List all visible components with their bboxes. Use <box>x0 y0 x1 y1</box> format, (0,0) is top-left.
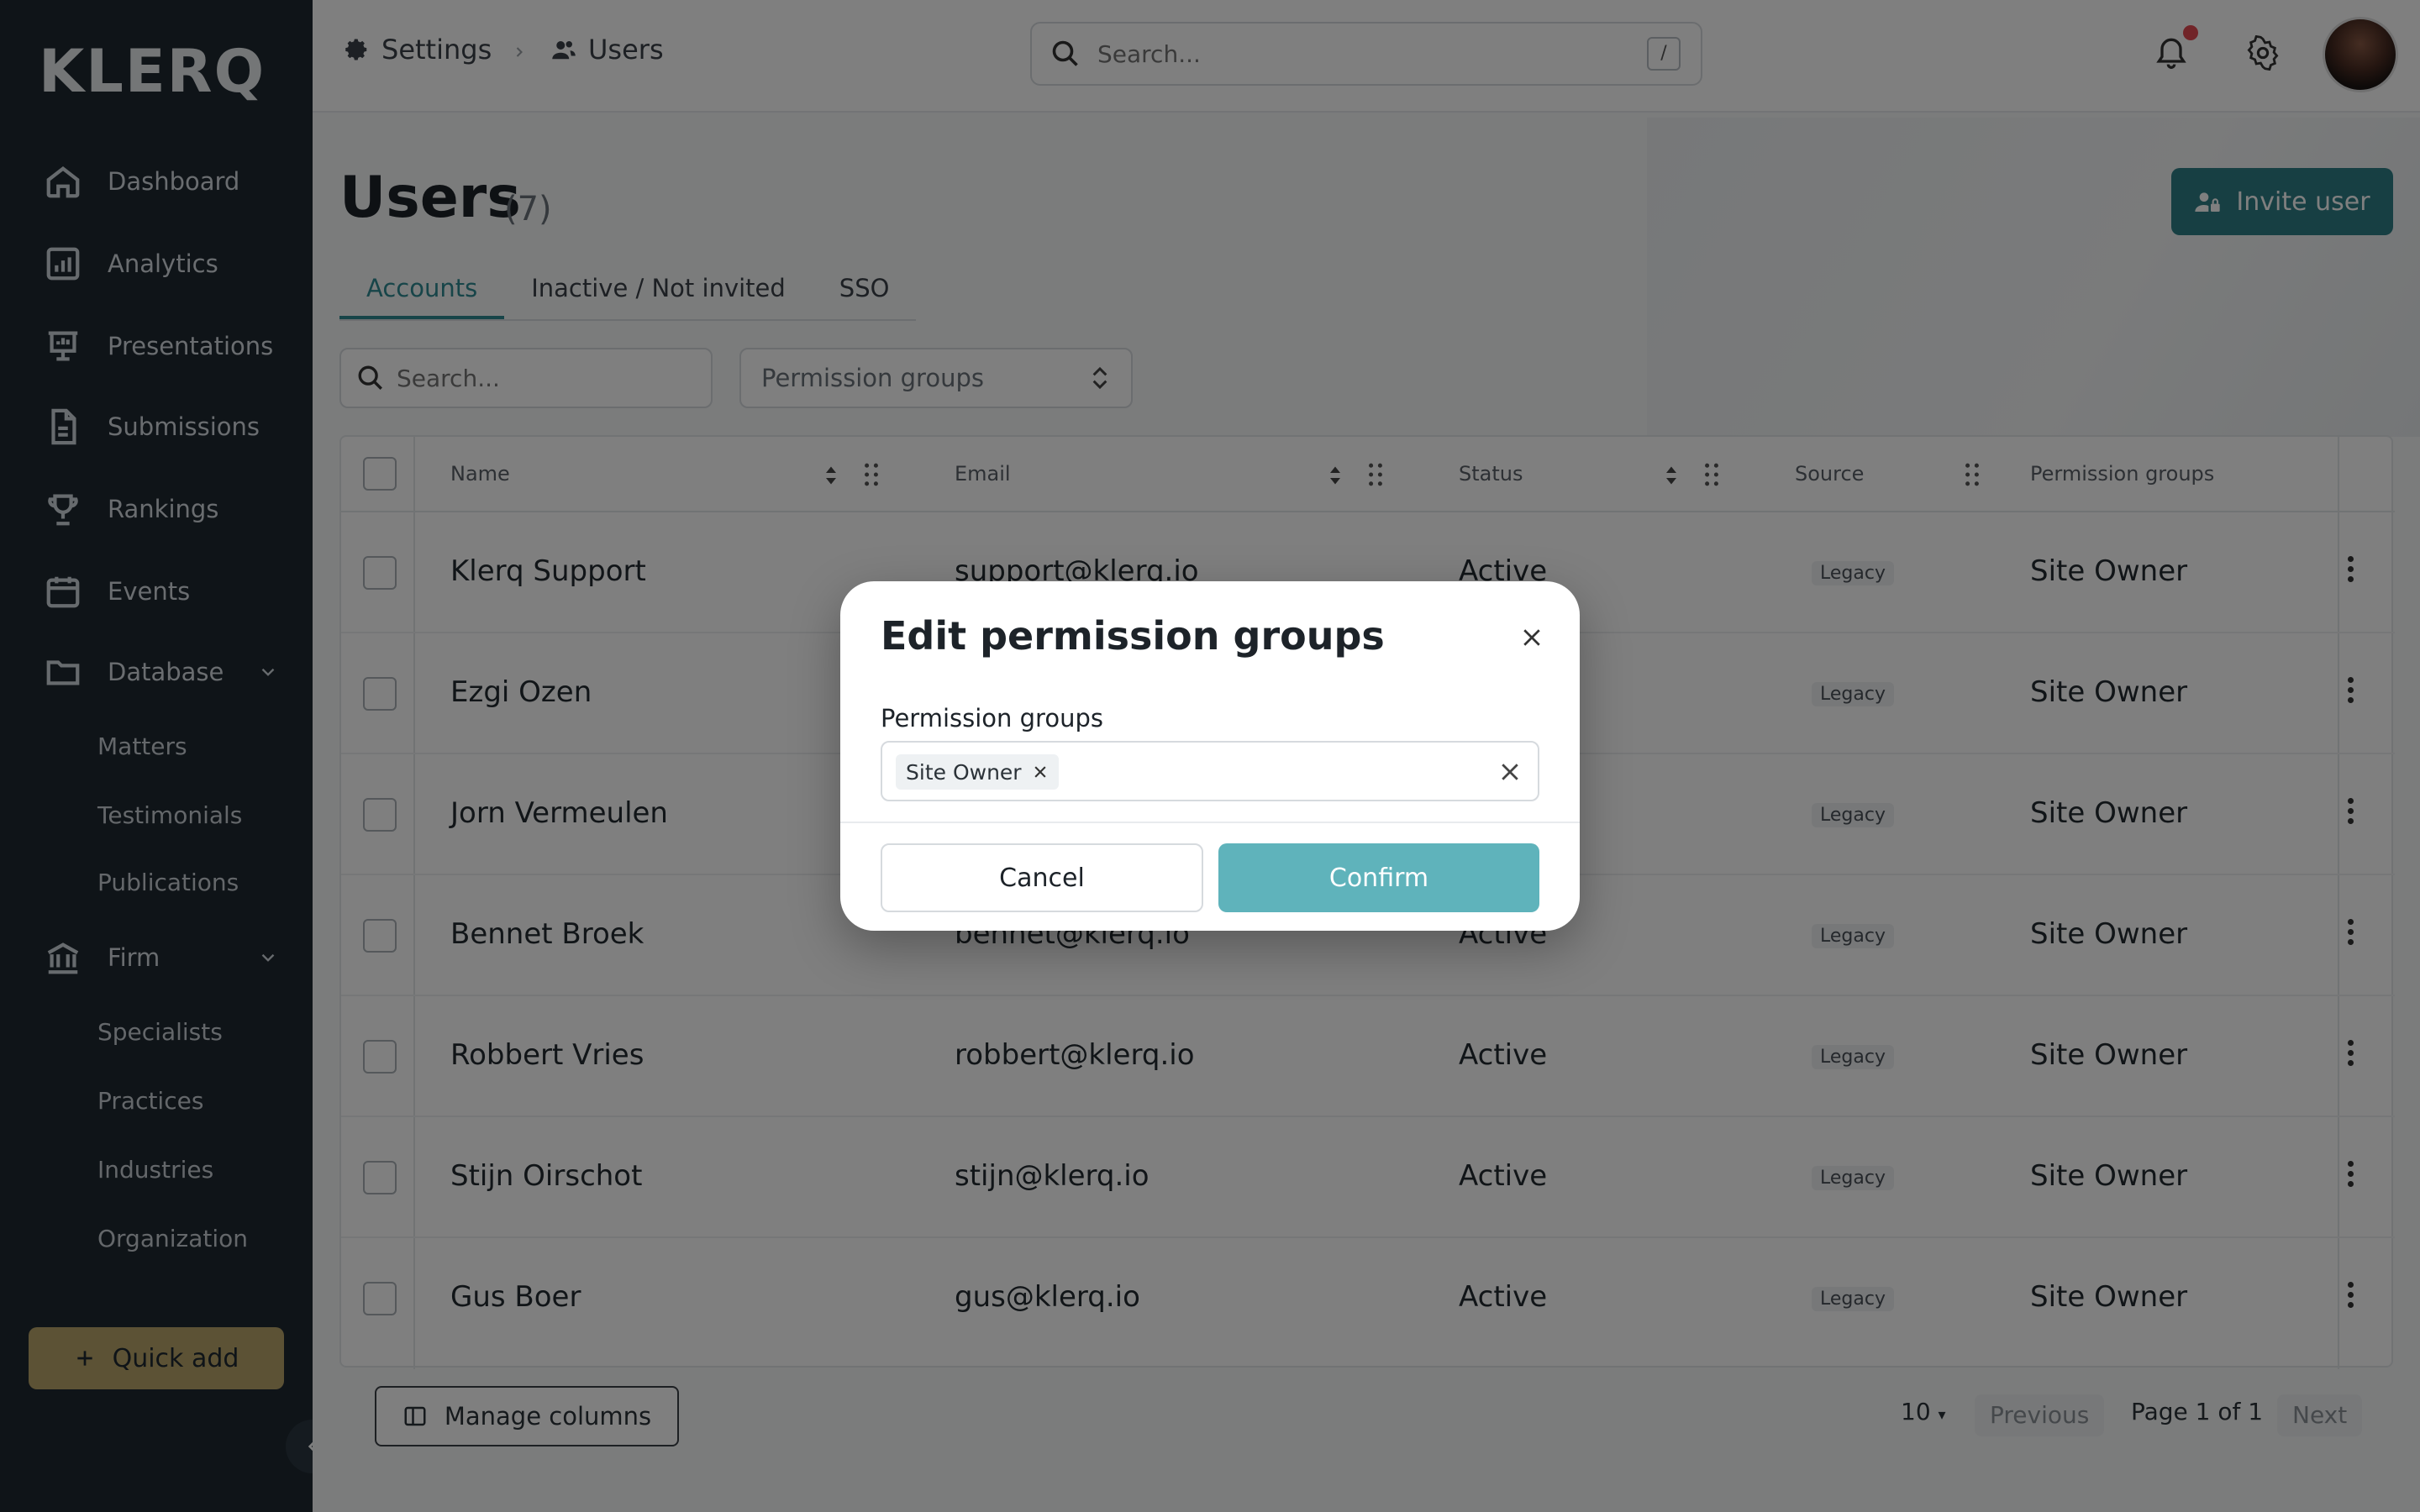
selected-tag-label: Site Owner <box>906 759 1022 785</box>
edit-permission-groups-modal: Edit permission groups Permission groups… <box>840 581 1580 931</box>
close-icon[interactable] <box>1519 625 1544 650</box>
modal-divider <box>840 822 1580 823</box>
selected-tag: Site Owner <box>896 754 1059 790</box>
remove-tag-icon[interactable] <box>1032 764 1049 780</box>
permission-groups-input[interactable]: Site Owner <box>881 741 1539 801</box>
permission-groups-label: Permission groups <box>881 704 1103 732</box>
clear-all-icon[interactable] <box>1497 759 1523 785</box>
cancel-button[interactable]: Cancel <box>881 843 1203 912</box>
confirm-button[interactable]: Confirm <box>1218 843 1539 912</box>
modal-title: Edit permission groups <box>881 613 1385 659</box>
